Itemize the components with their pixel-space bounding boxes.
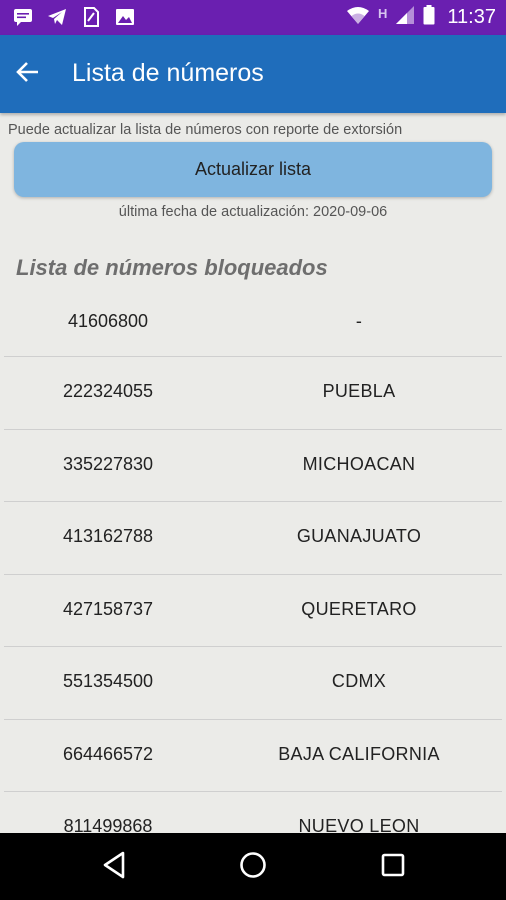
state-name: - xyxy=(355,311,363,331)
list-item[interactable]: 551354500 CDMX xyxy=(4,647,502,720)
update-list-button[interactable]: Actualizar lista xyxy=(14,142,492,197)
list-item[interactable]: 222324055 PUEBLA xyxy=(4,357,502,430)
app-bar: Lista de números xyxy=(0,35,506,113)
arrow-back-icon xyxy=(14,59,40,90)
back-button[interactable] xyxy=(10,57,44,91)
last-update-text: última fecha de actualización: 2020-09-0… xyxy=(118,204,388,220)
phone-number: 222324055 xyxy=(62,381,154,401)
state-name: BAJA CALIFORNIA xyxy=(278,743,440,764)
info-text: Puede actualizar la lista de números con… xyxy=(8,122,403,138)
list-item[interactable]: 427158737 QUERETARO xyxy=(4,575,502,647)
state-name: PUEBLA xyxy=(322,381,396,401)
phone-number: 427158737 xyxy=(62,598,154,619)
image-icon xyxy=(114,7,136,27)
phone-number: 551354500 xyxy=(62,671,154,691)
list-item[interactable]: 413162788 GUANAJUATO xyxy=(4,502,502,575)
telegram-icon xyxy=(46,7,68,27)
phone-number: 664466572 xyxy=(62,743,154,764)
notification-icons xyxy=(12,7,136,27)
list-item[interactable]: 41606800 - xyxy=(4,285,502,357)
state-name: MICHOACAN xyxy=(302,453,416,474)
page-title: Lista de números xyxy=(72,59,264,87)
state-name: GUANAJUATO xyxy=(296,526,422,546)
phone-number: 413162788 xyxy=(62,526,154,546)
nav-back-button[interactable] xyxy=(97,850,131,884)
status-bar: H 11:37 xyxy=(0,0,506,35)
back-triangle-icon xyxy=(101,851,127,884)
system-icons: H 11:37 xyxy=(346,4,496,30)
list-item[interactable]: 664466572 BAJA CALIFORNIA xyxy=(4,720,502,792)
nav-home-button[interactable] xyxy=(236,850,270,884)
list-item[interactable]: 335227830 MICHOACAN xyxy=(4,430,502,502)
clock: 11:37 xyxy=(447,5,496,28)
message-icon xyxy=(12,7,34,27)
signal-icon xyxy=(395,5,415,30)
sim-icon xyxy=(80,7,102,27)
section-title: Lista de números bloqueados xyxy=(16,255,328,280)
phone-number: 335227830 xyxy=(62,453,154,474)
navigation-bar xyxy=(0,833,506,900)
state-name: QUERETARO xyxy=(301,598,417,619)
blocked-numbers-list[interactable]: 41606800 - 222324055 PUEBLA 335227830 MI… xyxy=(0,285,506,865)
battery-icon xyxy=(423,4,435,30)
h-network-icon: H xyxy=(378,5,388,21)
state-name: CDMX xyxy=(331,671,387,691)
recents-square-icon xyxy=(381,853,405,882)
wifi-icon xyxy=(346,5,370,30)
home-circle-icon xyxy=(239,851,267,884)
nav-recents-button[interactable] xyxy=(376,850,410,884)
phone-number: 41606800 xyxy=(67,311,149,331)
